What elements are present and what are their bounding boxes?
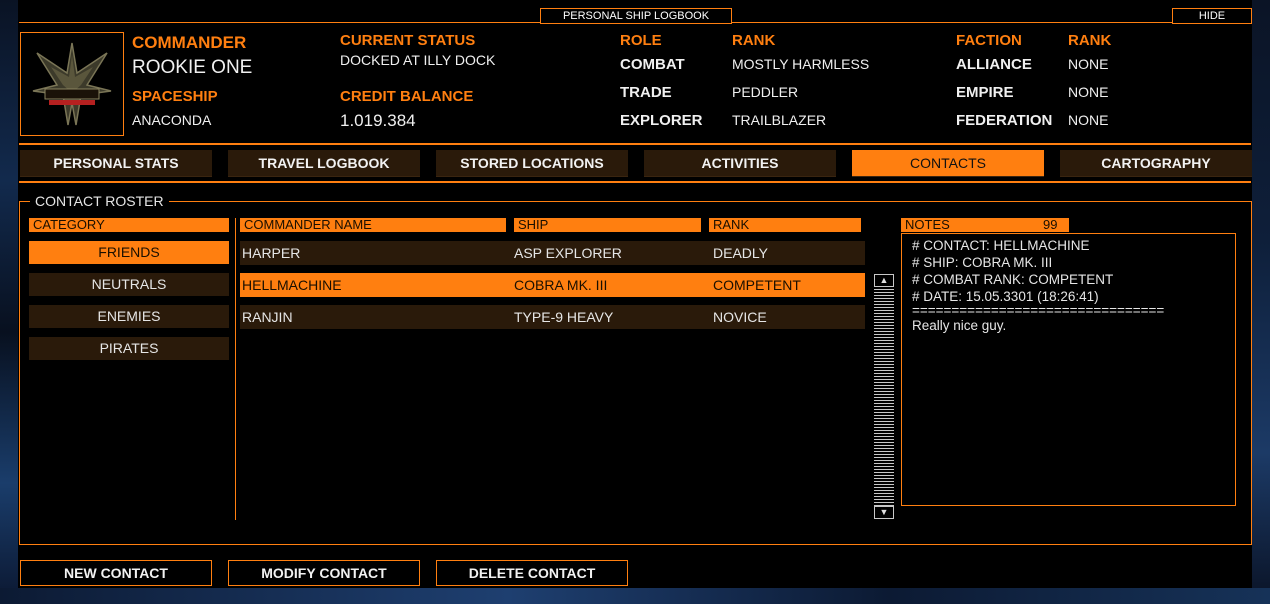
category-enemies[interactable]: ENEMIES <box>29 305 229 328</box>
notes-line: # CONTACT: HELLMACHINE <box>912 238 1090 253</box>
credit-balance-value: 1.019.384 <box>340 111 416 130</box>
role-trade-rank: PEDDLER <box>732 84 799 100</box>
notes-label: NOTES <box>905 217 950 232</box>
faction-alliance: ALLIANCE <box>956 56 1032 73</box>
current-status-value: DOCKED AT ILLY DOCK <box>340 52 496 68</box>
notes-line: # SHIP: COBRA MK. III <box>912 255 1053 270</box>
spaceship-label: SPACESHIP <box>132 88 218 105</box>
contact-rank: DEADLY <box>713 245 768 261</box>
tab-travel-logbook[interactable]: TRAVEL LOGBOOK <box>228 150 420 177</box>
tab-stored-locations[interactable]: STORED LOCATIONS <box>436 150 628 177</box>
contact-rank: COMPETENT <box>713 277 801 293</box>
contact-ship: ASP EXPLORER <box>514 245 622 261</box>
category-neutrals[interactable]: NEUTRALS <box>29 273 229 296</box>
contact-ship: COBRA MK. III <box>514 277 608 293</box>
delete-contact-button[interactable]: DELETE CONTACT <box>436 560 628 586</box>
notes-separator: ================================ <box>912 305 1165 317</box>
notes-header: NOTES 99 <box>901 218 1069 232</box>
contact-roster-title: CONTACT ROSTER <box>30 193 169 209</box>
faction-header: FACTION <box>956 32 1022 49</box>
current-status-label: CURRENT STATUS <box>340 32 476 49</box>
tab-activities[interactable]: ACTIVITIES <box>644 150 836 177</box>
faction-alliance-rank: NONE <box>1068 56 1109 72</box>
category-header: CATEGORY <box>29 218 229 232</box>
header-divider <box>19 143 1251 145</box>
space-backdrop-left <box>0 0 18 604</box>
notes-count: 99 <box>1043 217 1058 232</box>
category-pirates[interactable]: PIRATES <box>29 337 229 360</box>
contacts-scrollbar[interactable] <box>874 274 894 518</box>
contact-name: HELLMACHINE <box>242 277 342 293</box>
contact-row[interactable]: RANJIN TYPE-9 HEAVY NOVICE <box>240 305 865 329</box>
role-explorer: EXPLORER <box>620 112 703 129</box>
space-backdrop-bottom <box>0 588 1270 604</box>
column-header-rank: RANK <box>709 218 861 232</box>
commander-label: COMMANDER <box>132 33 247 52</box>
faction-federation-rank: NONE <box>1068 112 1109 128</box>
role-explorer-rank: TRAILBLAZER <box>732 112 827 128</box>
role-rank-header: RANK <box>732 32 776 49</box>
tab-contacts[interactable]: CONTACTS <box>852 150 1044 177</box>
new-contact-button[interactable]: NEW CONTACT <box>20 560 212 586</box>
roster-divider <box>235 218 236 520</box>
column-header-name: COMMANDER NAME <box>240 218 506 232</box>
notes-line: Really nice guy. <box>912 318 1007 333</box>
contact-rank: NOVICE <box>713 309 767 325</box>
faction-empire: EMPIRE <box>956 84 1014 101</box>
role-trade: TRADE <box>620 84 672 101</box>
hide-button[interactable]: HIDE <box>1172 8 1252 24</box>
window-title: PERSONAL SHIP LOGBOOK <box>540 8 732 24</box>
notes-line: # COMBAT RANK: COMPETENT <box>912 272 1114 287</box>
space-backdrop-right <box>1252 0 1270 604</box>
contact-row[interactable]: HARPER ASP EXPLORER DEADLY <box>240 241 865 265</box>
notes-line: # DATE: 15.05.3301 (18:26:41) <box>912 289 1099 304</box>
column-header-ship: SHIP <box>514 218 701 232</box>
faction-rank-header: RANK <box>1068 32 1112 49</box>
role-combat-rank: MOSTLY HARMLESS <box>732 56 870 72</box>
scroll-up-icon[interactable]: ▲ <box>874 274 894 287</box>
contact-name: RANJIN <box>242 309 293 325</box>
contact-row-selected[interactable]: HELLMACHINE COBRA MK. III COMPETENT <box>240 273 865 297</box>
contact-ship: TYPE-9 HEAVY <box>514 309 614 325</box>
modify-contact-button[interactable]: MODIFY CONTACT <box>228 560 420 586</box>
role-header: ROLE <box>620 32 662 49</box>
elite-emblem-icon <box>20 32 124 136</box>
contact-name: HARPER <box>242 245 301 261</box>
tab-divider <box>19 181 1251 183</box>
spaceship-value: ANACONDA <box>132 112 212 128</box>
scroll-down-icon[interactable]: ▼ <box>874 506 894 519</box>
commander-name: ROOKIE ONE <box>132 57 253 78</box>
faction-empire-rank: NONE <box>1068 84 1109 100</box>
tab-cartography[interactable]: CARTOGRAPHY <box>1060 150 1252 177</box>
notes-textarea[interactable]: # CONTACT: HELLMACHINE # SHIP: COBRA MK.… <box>901 233 1236 506</box>
category-friends[interactable]: FRIENDS <box>29 241 229 264</box>
faction-federation: FEDERATION <box>956 112 1053 129</box>
role-combat: COMBAT <box>620 56 685 73</box>
credit-balance-label: CREDIT BALANCE <box>340 88 474 105</box>
tab-personal-stats[interactable]: PERSONAL STATS <box>20 150 212 177</box>
